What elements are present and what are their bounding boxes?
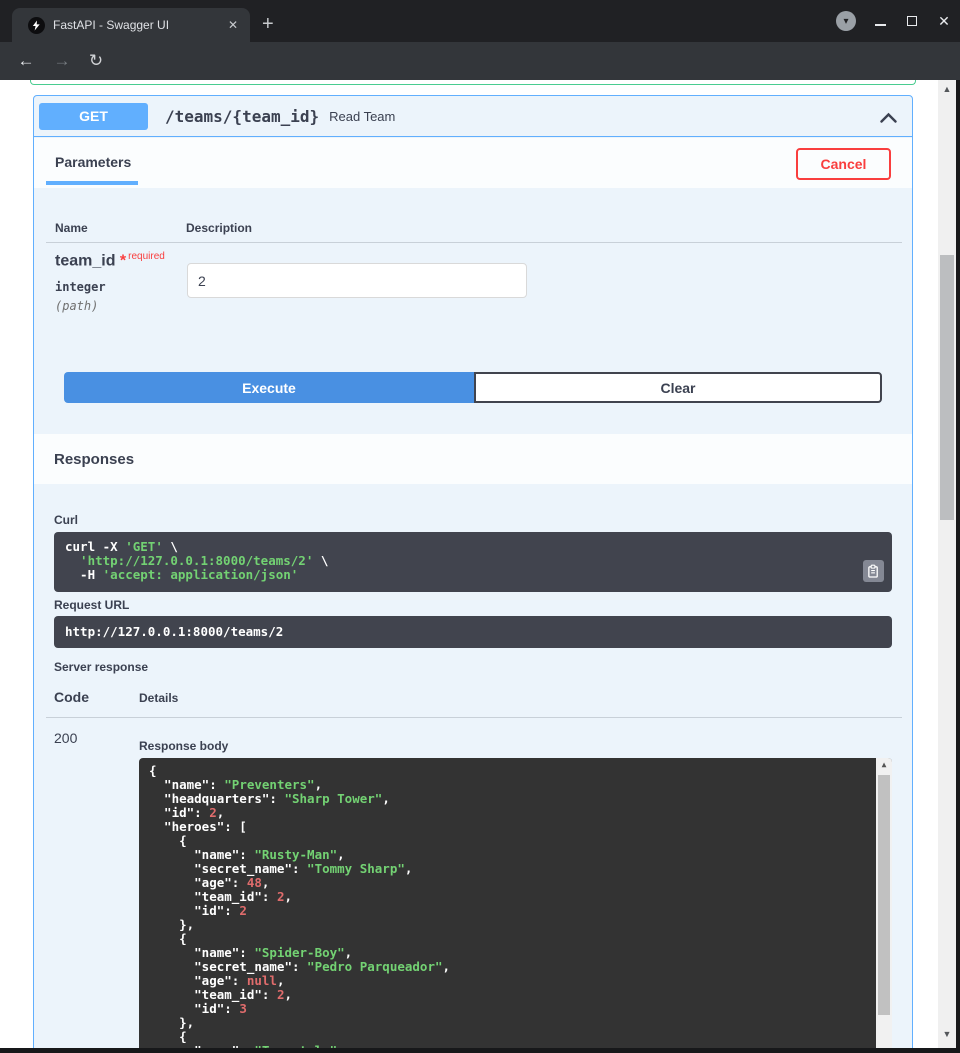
browser-window: FastAPI - Swagger UI ✕ + ▾ ✕ ← → ↻ ⓘ 127… [0, 0, 960, 1053]
back-button[interactable]: ← [14, 42, 38, 80]
scrollbar-down-icon[interactable]: ▼ [938, 1029, 956, 1039]
curl-label: Curl [54, 513, 78, 527]
server-response-label: Server response [54, 660, 148, 674]
name-column-header: Name [55, 221, 88, 235]
scrollbar-up-icon[interactable]: ▲ [938, 84, 956, 94]
parameters-header-row: Parameters Cancel [34, 138, 912, 188]
maximize-button[interactable] [904, 13, 920, 29]
response-body: { "name": "Preventers", "headquarters": … [139, 758, 892, 1053]
param-name: team_id *required [55, 251, 165, 270]
tab-title: FastAPI - Swagger UI [53, 18, 222, 32]
window-bottom-edge [0, 1048, 960, 1053]
execute-button[interactable]: Execute [64, 372, 474, 403]
fastapi-favicon-icon [28, 17, 45, 34]
response-scroll-thumb[interactable] [878, 775, 890, 1015]
tab-close-icon[interactable]: ✕ [228, 18, 238, 32]
status-code: 200 [54, 730, 77, 746]
endpoint-path: /teams/{team_id} [165, 107, 319, 126]
tab-parameters[interactable]: Parameters [55, 154, 131, 170]
details-column-header: Details [139, 691, 178, 705]
collapse-chevron-icon[interactable] [879, 111, 898, 129]
forward-button[interactable]: → [50, 42, 74, 80]
response-json: { "name": "Preventers", "headquarters": … [149, 764, 892, 1053]
opblock-summary[interactable]: GET /teams/{team_id} Read Team [34, 96, 912, 137]
new-tab-button[interactable]: + [262, 13, 274, 36]
table-divider [46, 242, 902, 243]
reload-button[interactable]: ↻ [84, 42, 108, 80]
copy-to-clipboard-icon[interactable] [863, 560, 884, 582]
description-column-header: Description [186, 221, 252, 235]
endpoint-summary: Read Team [329, 109, 395, 124]
browser-toolbar: ← → ↻ ⓘ 127.0.0.1:8000/docs#/default/rea… [0, 42, 960, 80]
page-scrollbar[interactable]: ▲ ▼ [938, 80, 956, 1048]
previous-opblock-edge [30, 80, 916, 85]
param-location: (path) [55, 299, 98, 313]
browser-titlebar: FastAPI - Swagger UI ✕ + ▾ ✕ [0, 0, 960, 42]
cancel-button[interactable]: Cancel [796, 148, 891, 180]
response-body-scrollbar[interactable]: ▲ [876, 758, 892, 1053]
clear-button[interactable]: Clear [474, 372, 882, 403]
browser-tab[interactable]: FastAPI - Swagger UI ✕ [12, 8, 250, 42]
minimize-button[interactable] [872, 13, 888, 29]
opblock-get-teams: GET /teams/{team_id} Read Team Parameter… [33, 95, 913, 1053]
code-column-header: Code [54, 689, 89, 705]
curl-command: curl -X 'GET' \ 'http://127.0.0.1:8000/t… [54, 532, 892, 592]
window-close-button[interactable]: ✕ [936, 13, 952, 30]
swagger-page: GET /teams/{team_id} Read Team Parameter… [0, 80, 960, 1053]
window-right-edge [956, 80, 960, 1053]
responses-label: Responses [54, 451, 134, 468]
response-table-divider [46, 717, 902, 718]
tab-underline [46, 181, 138, 185]
required-label: required [128, 251, 165, 262]
required-star: * [120, 252, 126, 269]
scroll-up-icon[interactable]: ▲ [876, 760, 892, 769]
response-body-label: Response body [139, 739, 228, 753]
tab-search-icon[interactable]: ▾ [836, 11, 856, 31]
request-url-label: Request URL [54, 598, 129, 612]
method-badge: GET [39, 103, 148, 130]
page-scroll-thumb[interactable] [940, 255, 954, 520]
param-type: integer [55, 280, 106, 294]
team-id-input[interactable] [187, 263, 527, 298]
request-url-value: http://127.0.0.1:8000/teams/2 [54, 616, 892, 648]
responses-section-header: Responses [34, 434, 912, 484]
